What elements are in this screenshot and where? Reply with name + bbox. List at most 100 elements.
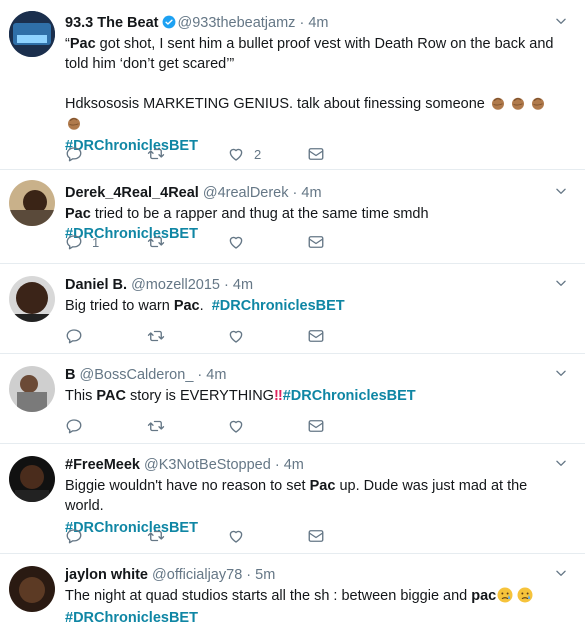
handle[interactable]: @933thebeatjamz	[178, 15, 296, 31]
tweet[interactable]: Daniel B. @mozell2015 · 4m Big tried to …	[0, 264, 585, 354]
timestamp[interactable]: 4m	[233, 277, 253, 293]
tweet-text: “Pac got shot, I sent him a bullet proof…	[65, 36, 554, 72]
avatar[interactable]	[9, 456, 55, 502]
reply-button[interactable]	[65, 144, 92, 164]
display-name[interactable]: #FreeMeek	[65, 457, 140, 473]
like-icon	[227, 233, 245, 251]
dm-icon	[307, 145, 325, 163]
retweet-icon	[147, 233, 165, 251]
reply-button[interactable]	[65, 416, 83, 436]
avatar-image	[9, 11, 55, 57]
display-name[interactable]: B	[65, 367, 75, 383]
dm-icon	[307, 327, 325, 345]
display-name[interactable]: Daniel B.	[65, 277, 127, 293]
tweet[interactable]: jaylon white @officialjay78 · 5m The nig…	[0, 554, 585, 626]
hashtag-line: #DRChroniclesBET	[65, 608, 567, 628]
like-icon	[227, 327, 245, 345]
reply-button[interactable]	[65, 526, 83, 546]
verified-icon	[162, 15, 175, 29]
like-button[interactable]	[227, 232, 245, 252]
clap-emoji	[65, 114, 83, 132]
dm-button[interactable]	[307, 416, 325, 436]
tweet-header: Derek_4Real_4Real @4realDerek · 4m	[65, 185, 322, 201]
dm-button[interactable]	[307, 144, 325, 164]
hashtag-link[interactable]: #DRChroniclesBET	[212, 298, 345, 314]
like-button[interactable]: 2	[227, 144, 261, 164]
handle[interactable]: @mozell2015	[131, 277, 220, 293]
clap-emoji	[529, 94, 547, 112]
retweet-button[interactable]	[147, 526, 165, 546]
clap-emoji	[489, 94, 507, 112]
avatar[interactable]	[9, 366, 55, 412]
like-button[interactable]	[227, 416, 245, 436]
dm-button[interactable]	[307, 232, 325, 252]
handle[interactable]: @BossCalderon_	[80, 367, 194, 383]
retweet-button[interactable]	[147, 416, 165, 436]
retweet-button[interactable]	[147, 232, 165, 252]
chevron-down-icon[interactable]	[554, 276, 568, 290]
like-icon	[227, 417, 245, 435]
clap-emoji	[509, 94, 527, 112]
avatar[interactable]	[9, 180, 55, 226]
retweet-icon	[147, 527, 165, 545]
tweet-text: Biggie wouldn't have no reason to set Pa…	[65, 478, 528, 514]
tweet[interactable]: #FreeMeek @K3NotBeStopped · 4m Biggie wo…	[0, 444, 585, 554]
retweet-button[interactable]	[147, 144, 165, 164]
avatar[interactable]	[9, 566, 55, 612]
display-name[interactable]: 93.3 The Beat	[65, 15, 159, 31]
display-name[interactable]: jaylon white	[65, 567, 148, 583]
chevron-down-icon[interactable]	[554, 456, 568, 470]
chevron-down-icon[interactable]	[554, 366, 568, 380]
hashtag-link[interactable]: #DRChroniclesBET	[283, 388, 416, 404]
chevron-down-icon[interactable]	[554, 184, 568, 198]
tweet-text: Big tried to warn Pac. #DRChroniclesBET	[65, 298, 345, 314]
tweet-text: This PAC story is EVERYTHING‼#DRChronicl…	[65, 388, 416, 404]
dm-icon	[307, 233, 325, 251]
handle[interactable]: @officialjay78	[152, 567, 242, 583]
timestamp[interactable]: 4m	[206, 367, 226, 383]
like-button[interactable]	[227, 526, 245, 546]
avatar[interactable]	[9, 276, 55, 322]
tweet-header: 93.3 The Beat @933thebeatjamz · 4m	[65, 15, 329, 31]
reply-button[interactable]: 1	[65, 232, 99, 252]
tweet-header: jaylon white @officialjay78 · 5m	[65, 567, 276, 583]
reply-button[interactable]	[65, 326, 83, 346]
hashtag-link[interactable]: #DRChroniclesBET	[65, 610, 198, 626]
tweet-text: The night at quad studios starts all the…	[65, 586, 567, 606]
tweet[interactable]: 93.3 The Beat @933thebeatjamz · 4m “Pac g…	[0, 0, 585, 170]
timestamp[interactable]: 5m	[255, 567, 275, 583]
retweet-icon	[147, 145, 165, 163]
reply-icon	[65, 233, 83, 251]
handle[interactable]: @K3NotBeStopped	[144, 457, 271, 473]
timestamp[interactable]: 4m	[284, 457, 304, 473]
tweet-feed: 93.3 The Beat @933thebeatjamz · 4m “Pac g…	[0, 0, 585, 626]
tweet-header: Daniel B. @mozell2015 · 4m	[65, 277, 254, 293]
like-button[interactable]	[227, 326, 245, 346]
dm-button[interactable]	[307, 326, 325, 346]
tweet-header: #FreeMeek @K3NotBeStopped · 4m	[65, 457, 304, 473]
dm-button[interactable]	[307, 526, 325, 546]
double-exclamation-emoji: ‼	[273, 388, 283, 404]
avatar[interactable]	[9, 11, 55, 57]
tweet[interactable]: Derek_4Real_4Real @4realDerek · 4m Pac t…	[0, 170, 585, 264]
chevron-down-icon[interactable]	[554, 14, 568, 28]
avatar-image	[9, 566, 55, 612]
display-name[interactable]: Derek_4Real_4Real	[65, 185, 199, 201]
handle[interactable]: @4realDerek	[203, 185, 289, 201]
avatar-image	[9, 366, 55, 412]
timestamp[interactable]: 4m	[308, 15, 328, 31]
dm-icon	[307, 527, 325, 545]
hashtag-link[interactable]: #DRChroniclesBET	[65, 520, 198, 536]
sad-emoji	[516, 586, 534, 604]
timestamp[interactable]: 4m	[301, 185, 321, 201]
chevron-down-icon[interactable]	[554, 566, 568, 580]
retweet-button[interactable]	[147, 326, 165, 346]
reply-count: 1	[92, 234, 100, 250]
retweet-icon	[147, 417, 165, 435]
tweet-header: B @BossCalderon_ · 4m	[65, 367, 227, 383]
reply-icon	[65, 327, 83, 345]
avatar-image	[9, 276, 55, 322]
tweet-text-line2: Hdksososis MARKETING GENIUS. talk about …	[65, 94, 567, 134]
tweet[interactable]: B @BossCalderon_ · 4m This PAC story is …	[0, 354, 585, 444]
sad-emoji	[496, 586, 514, 604]
